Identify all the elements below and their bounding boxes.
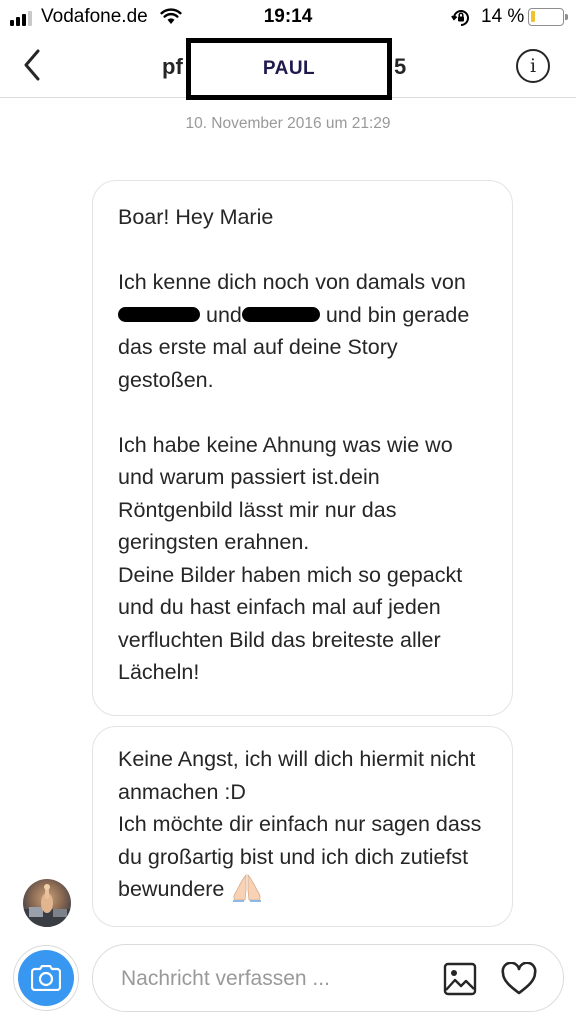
message-text: Keine Angst, ich will dich hiermit nicht… — [118, 747, 476, 804]
chevron-left-icon — [24, 49, 40, 81]
orientation-lock-icon — [451, 10, 469, 26]
battery-percent: 14 % — [481, 6, 525, 27]
back-button[interactable] — [16, 48, 48, 82]
message-input-box — [92, 944, 564, 1012]
avatar-image — [23, 884, 71, 927]
camera-icon — [31, 965, 61, 991]
heart-icon[interactable] — [500, 962, 538, 996]
info-button[interactable]: i — [516, 49, 550, 83]
message-bubble[interactable]: Boar! Hey Marie Ich kenne dich noch von … — [92, 180, 513, 716]
thread-header: pf 5 PAUL i — [0, 34, 576, 100]
redaction-mark — [241, 307, 320, 323]
battery-icon — [528, 8, 568, 26]
folded-hands-emoji-icon — [233, 874, 262, 903]
message-greeting: Boar! Hey Marie — [118, 205, 274, 229]
name-overlay-label: PAUL — [186, 38, 392, 100]
message-text: Deine Bilder haben mich so gepackt und d… — [118, 562, 463, 685]
message-text: Ich möchte dir einfach nur sagen dass du… — [118, 812, 482, 901]
battery-level — [531, 11, 535, 22]
message-composer — [0, 942, 576, 1024]
username-right[interactable]: 5 — [394, 54, 406, 80]
message-timestamp: 10. November 2016 um 21:29 — [185, 115, 391, 132]
username-left[interactable]: pf — [162, 54, 183, 80]
info-icon: i — [529, 55, 537, 77]
message-text: Ich kenne dich noch von damals von — [118, 270, 466, 294]
gallery-image-icon[interactable] — [443, 962, 477, 996]
message-text: Ich habe keine Ahnung was wie wo und war… — [118, 432, 453, 555]
sender-avatar[interactable] — [23, 879, 71, 927]
message-text: und — [205, 302, 242, 327]
message-bubble[interactable]: Keine Angst, ich will dich hiermit nicht… — [92, 726, 513, 927]
status-bar: Vodafone.de 19:14 14 % — [0, 0, 576, 34]
camera-button[interactable] — [13, 945, 79, 1011]
message-input[interactable] — [121, 963, 441, 995]
redaction-mark — [118, 307, 200, 323]
